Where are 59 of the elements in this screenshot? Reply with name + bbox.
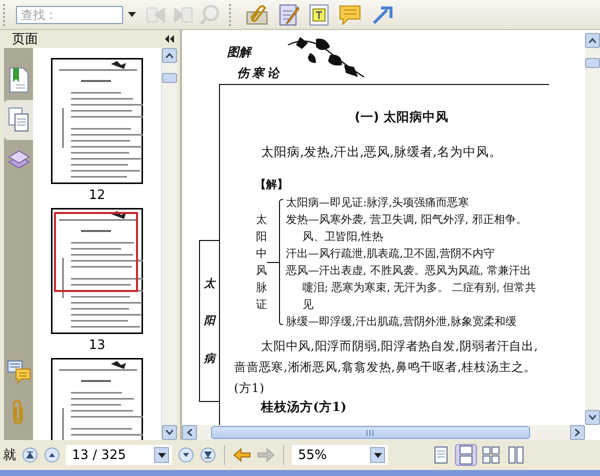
page-number-field[interactable]: 13 / 325: [66, 445, 172, 465]
zoom-field[interactable]: 55%: [292, 445, 388, 465]
scroll-left-button[interactable]: [182, 425, 197, 440]
note-label: 【解】: [255, 177, 289, 192]
chevron-icon: [575, 429, 580, 436]
next-page-button[interactable]: [178, 447, 194, 463]
chevron-icon: [166, 430, 173, 435]
paragraph: 太阳病,发热,汗出,恶风,脉缓者,名为中风。: [261, 144, 503, 161]
collapse-icon[interactable]: [165, 35, 174, 43]
panel-title: 页面: [12, 31, 38, 48]
scrollbar[interactable]: [161, 48, 177, 440]
page-layout-button[interactable]: [455, 444, 477, 466]
diagram-item: 太阳病—即见证:脉浮,头项强痛而恶寒: [286, 195, 470, 211]
pencil-icon[interactable]: [278, 2, 300, 26]
bookmark-page-icon[interactable]: [8, 67, 30, 93]
panel-tab[interactable]: [4, 100, 33, 140]
page-thumbnail[interactable]: [51, 208, 143, 334]
dropdown-caret-icon[interactable]: [374, 452, 382, 458]
page-number: 12: [88, 187, 106, 205]
page-layout-button[interactable]: [480, 444, 502, 466]
paragraph: 太阳中风,阳浮而阴弱,阳浮者热自发,阴弱者汗自出,啬啬恶寒,淅淅恶风,翕翕发热,鼻鸣干呕者,桂枝汤主之。(方1): [234, 338, 540, 397]
arrow-icon[interactable]: [371, 4, 393, 26]
book-title: 图解 伤寒论: [227, 44, 282, 82]
diagram-item: 发热—风寒外袭, 营卫失调, 阳气外浮, 邪正相争。风、卫皆阳,性热: [286, 212, 528, 245]
scroll-up-button[interactable]: [162, 48, 177, 63]
dropdown-caret-icon[interactable]: [128, 12, 136, 17]
back-arrow-icon[interactable]: [233, 448, 251, 462]
scroll-up-button[interactable]: [585, 33, 600, 48]
diagram-item: 恶风—汗出表虚, 不胜风袭。恶风为风疏, 常兼汗出嚏泪; 恶寒为寒束, 无汗为多。 二症有别, 但常共见: [286, 263, 538, 313]
chevron-icon: [187, 429, 192, 436]
first-page-button[interactable]: [22, 447, 38, 463]
previous-page-button[interactable]: [44, 447, 60, 463]
text-box-icon[interactable]: [309, 4, 329, 26]
diagram-label: 太阳中风脉证: [256, 212, 267, 314]
paperclip-icon[interactable]: [245, 4, 269, 26]
formula-title: 桂枝汤方(方1): [261, 399, 348, 416]
comments-icon[interactable]: [6, 360, 30, 384]
scrollbar[interactable]: [182, 425, 585, 440]
scroll-down-button[interactable]: [162, 425, 177, 440]
chevron-icon: [589, 38, 596, 43]
scroll-right-button[interactable]: [570, 425, 585, 440]
chevron-icon: [166, 53, 173, 58]
page-thumbnail[interactable]: [51, 58, 143, 184]
scrollbar-thumb[interactable]: [585, 58, 600, 68]
scrollbar[interactable]: [585, 33, 600, 425]
scrollbar-thumb[interactable]: [211, 426, 530, 439]
search-field[interactable]: 查找：: [16, 6, 123, 24]
diagram-item: 汗出—风行疏泄,肌表疏,卫不固,营阴不内守: [286, 246, 496, 262]
chevron-icon: [589, 415, 596, 420]
last-page-button[interactable]: [200, 447, 216, 463]
dropdown-caret-icon[interactable]: [158, 452, 166, 458]
comment-icon[interactable]: [338, 4, 362, 26]
diagram-item: 脉缓—即浮缓,汗出肌疏,营阴外泄,脉象宽柔和缓: [286, 314, 518, 330]
status-text: 就: [3, 447, 16, 464]
page-number: 13: [88, 337, 106, 355]
scroll-down-button[interactable]: [585, 410, 600, 425]
pages-icon[interactable]: [8, 107, 30, 133]
section-heading: (一) 太阳病中风: [354, 109, 450, 126]
scrollbar-thumb[interactable]: [162, 73, 177, 83]
